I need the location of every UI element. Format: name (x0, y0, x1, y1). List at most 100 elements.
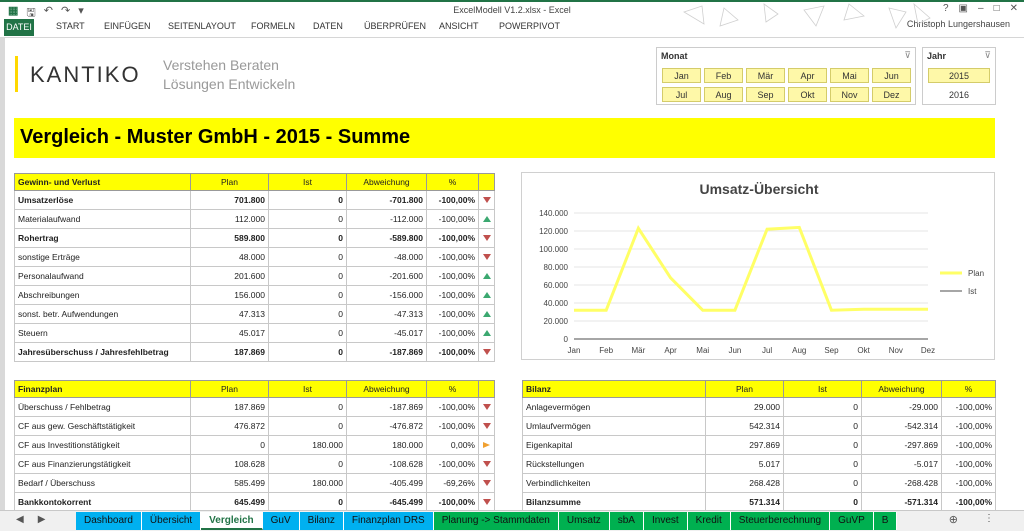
bilanz-plan-cell[interactable]: 297.869 (705, 435, 784, 455)
guv-abweichung-cell[interactable]: -187.869 (346, 342, 427, 362)
bilanz-header-cell[interactable]: Ist (783, 380, 862, 398)
guv-label-cell[interactable]: Materialaufwand (14, 209, 191, 229)
guv-indicator-cell[interactable] (478, 323, 495, 343)
guv-abweichung-cell[interactable]: -45.017 (346, 323, 427, 343)
finanzplan-percent-cell[interactable]: -100,00% (426, 454, 479, 474)
ribbon-tab-ansicht[interactable]: ANSICHT (439, 21, 479, 31)
guv-ist-cell[interactable]: 0 (268, 228, 347, 248)
finanzplan-indicator-cell[interactable] (478, 397, 495, 417)
month-button-aug[interactable]: Aug (704, 87, 743, 102)
finanzplan-ist-cell[interactable]: 180.000 (268, 473, 347, 493)
month-button-jul[interactable]: Jul (662, 87, 701, 102)
bilanz-percent-cell[interactable]: -100,00% (941, 492, 996, 512)
guv-label-cell[interactable]: sonstige Erträge (14, 247, 191, 267)
guv-indicator-cell[interactable] (478, 266, 495, 286)
guv-plan-cell[interactable]: 156.000 (190, 285, 269, 305)
guv-plan-cell[interactable]: 45.017 (190, 323, 269, 343)
sheet-tab-bilanz[interactable]: Bilanz (299, 512, 344, 530)
guv-indicator-cell[interactable] (478, 285, 495, 305)
sheet-tab-b[interactable]: B (873, 512, 898, 530)
finanzplan-header-cell[interactable]: Finanzplan (14, 380, 191, 398)
finanzplan-abweichung-cell[interactable]: 180.000 (346, 435, 427, 455)
guv-label-cell[interactable]: Jahresüberschuss / Jahresfehlbetrag (14, 342, 191, 362)
finanzplan-plan-cell[interactable]: 645.499 (190, 492, 269, 512)
bilanz-label-cell[interactable]: Bilanzsumme (522, 492, 706, 512)
finanzplan-label-cell[interactable]: CF aus Investitionstätigkeit (14, 435, 191, 455)
sheet-tab-dashboard[interactable]: Dashboard (76, 512, 142, 530)
guv-abweichung-cell[interactable]: -48.000 (346, 247, 427, 267)
finanzplan-plan-cell[interactable]: 585.499 (190, 473, 269, 493)
finanzplan-percent-cell[interactable]: -100,00% (426, 416, 479, 436)
month-button-okt[interactable]: Okt (788, 87, 827, 102)
guv-ist-cell[interactable]: 0 (268, 342, 347, 362)
finanzplan-indicator-cell[interactable] (478, 454, 495, 474)
guv-header-cell[interactable]: Ist (268, 173, 347, 191)
bilanz-plan-cell[interactable]: 542.314 (705, 416, 784, 436)
guv-indicator-cell[interactable] (478, 342, 495, 362)
finanzplan-abweichung-cell[interactable]: -476.872 (346, 416, 427, 436)
sheet-tab-steuerberechnung[interactable]: Steuerberechnung (730, 512, 831, 530)
guv-abweichung-cell[interactable]: -201.600 (346, 266, 427, 286)
finanzplan-header-cell[interactable] (478, 380, 495, 398)
bilanz-plan-cell[interactable]: 5.017 (705, 454, 784, 474)
guv-percent-cell[interactable]: -100,00% (426, 247, 479, 267)
bilanz-ist-cell[interactable]: 0 (783, 473, 862, 493)
guv-label-cell[interactable]: Abschreibungen (14, 285, 191, 305)
ribbon-tab-daten[interactable]: DATEN (313, 21, 343, 31)
guv-plan-cell[interactable]: 112.000 (190, 209, 269, 229)
bilanz-label-cell[interactable]: Verbindlichkeiten (522, 473, 706, 493)
sheet-tab-sba[interactable]: sbA (609, 512, 644, 530)
finanzplan-ist-cell[interactable]: 0 (268, 454, 347, 474)
finanzplan-ist-cell[interactable]: 0 (268, 416, 347, 436)
bilanz-ist-cell[interactable]: 0 (783, 492, 862, 512)
bilanz-abweichung-cell[interactable]: -5.017 (861, 454, 942, 474)
guv-percent-cell[interactable]: -100,00% (426, 323, 479, 343)
ribbon-tab-powerpivot[interactable]: POWERPIVOT (499, 21, 560, 31)
guv-ist-cell[interactable]: 0 (268, 247, 347, 267)
finanzplan-indicator-cell[interactable] (478, 416, 495, 436)
guv-header-cell[interactable]: % (426, 173, 479, 191)
guv-indicator-cell[interactable] (478, 228, 495, 248)
guv-abweichung-cell[interactable]: -701.800 (346, 190, 427, 210)
bilanz-abweichung-cell[interactable]: -268.428 (861, 473, 942, 493)
bilanz-header-cell[interactable]: Bilanz (522, 380, 706, 398)
finanzplan-plan-cell[interactable]: 0 (190, 435, 269, 455)
bilanz-abweichung-cell[interactable]: -571.314 (861, 492, 942, 512)
clear-filter-icon[interactable]: ⊽ (984, 50, 991, 61)
guv-ist-cell[interactable]: 0 (268, 323, 347, 343)
guv-percent-cell[interactable]: -100,00% (426, 228, 479, 248)
bilanz-header-cell[interactable]: % (941, 380, 996, 398)
guv-indicator-cell[interactable] (478, 190, 495, 210)
guv-indicator-cell[interactable] (478, 247, 495, 267)
ribbon-tab-datei[interactable]: DATEI (4, 19, 34, 36)
finanzplan-header-cell[interactable]: Abweichung (346, 380, 427, 398)
guv-plan-cell[interactable]: 701.800 (190, 190, 269, 210)
bilanz-ist-cell[interactable]: 0 (783, 435, 862, 455)
guv-indicator-cell[interactable] (478, 304, 495, 324)
guv-label-cell[interactable]: sonst. betr. Aufwendungen (14, 304, 191, 324)
bilanz-label-cell[interactable]: Rückstellungen (522, 454, 706, 474)
minimize-icon[interactable]: – (978, 3, 984, 14)
month-button-mai[interactable]: Mai (830, 68, 869, 83)
finanzplan-plan-cell[interactable]: 108.628 (190, 454, 269, 474)
ribbon-tab-start[interactable]: START (56, 21, 85, 31)
finanzplan-indicator-cell[interactable] (478, 492, 495, 512)
bilanz-percent-cell[interactable]: -100,00% (941, 473, 996, 493)
bilanz-abweichung-cell[interactable]: -297.869 (861, 435, 942, 455)
finanzplan-ist-cell[interactable]: 0 (268, 492, 347, 512)
finanzplan-plan-cell[interactable]: 476.872 (190, 416, 269, 436)
finanzplan-abweichung-cell[interactable]: -405.499 (346, 473, 427, 493)
sheet-tab-guvp[interactable]: GuVP (830, 512, 874, 530)
scroll-left-icon[interactable]: ◀ (16, 514, 24, 525)
guv-plan-cell[interactable]: 47.313 (190, 304, 269, 324)
guv-label-cell[interactable]: Rohertrag (14, 228, 191, 248)
guv-percent-cell[interactable]: -100,00% (426, 190, 479, 210)
finanzplan-percent-cell[interactable]: 0,00% (426, 435, 479, 455)
bilanz-percent-cell[interactable]: -100,00% (941, 416, 996, 436)
bilanz-ist-cell[interactable]: 0 (783, 454, 862, 474)
guv-header-cell[interactable] (478, 173, 495, 191)
clear-filter-icon[interactable]: ⊽ (904, 50, 911, 61)
guv-header-cell[interactable]: Abweichung (346, 173, 427, 191)
finanzplan-percent-cell[interactable]: -100,00% (426, 397, 479, 417)
series-line-plan[interactable] (574, 225, 928, 312)
